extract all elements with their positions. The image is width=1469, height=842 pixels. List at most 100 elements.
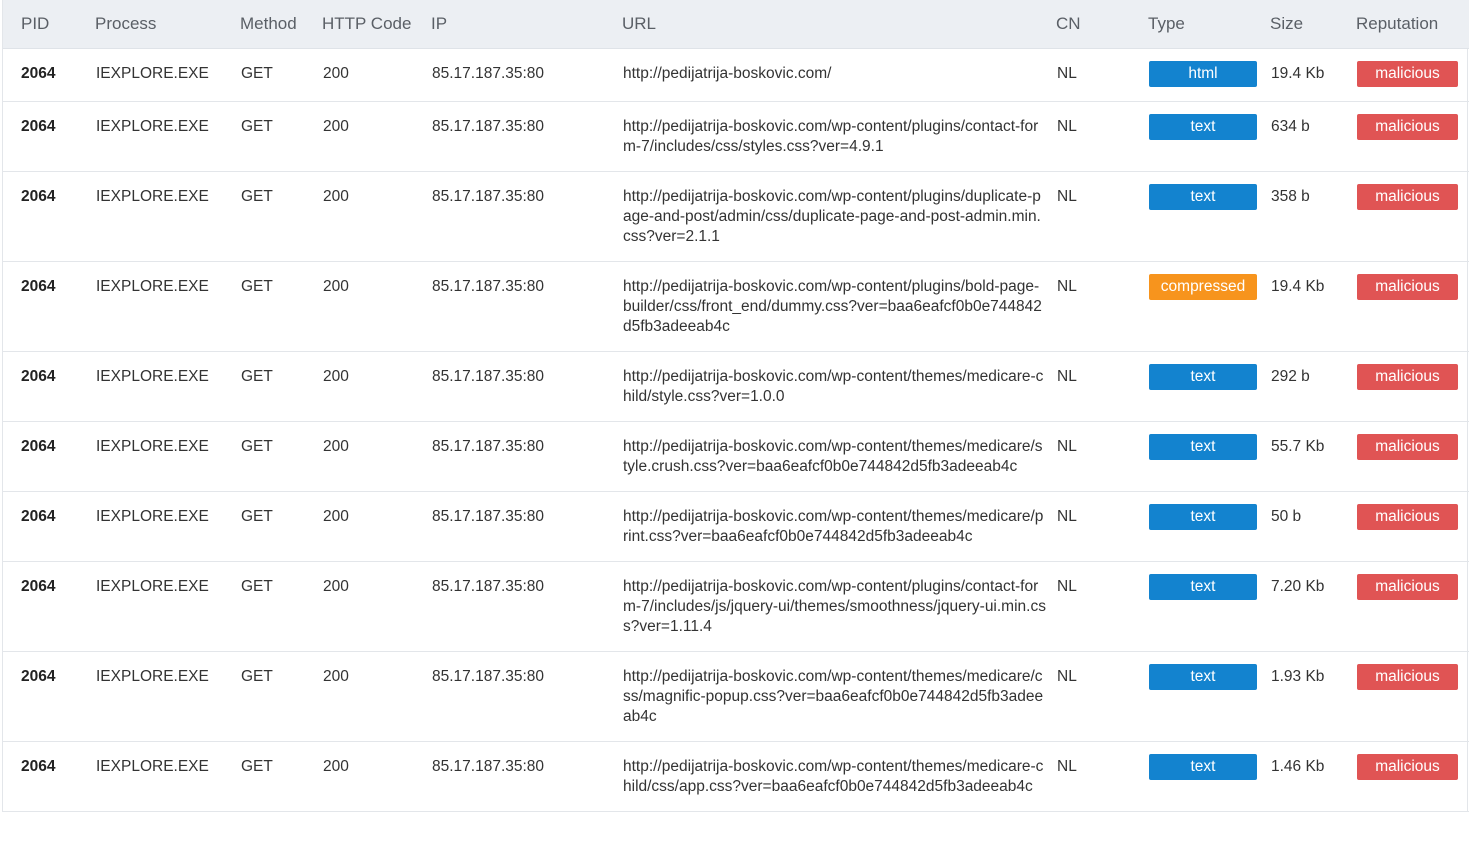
column-header-pid[interactable]: PID [3,0,95,49]
cell-ip: 85.17.187.35:80 [431,491,622,562]
column-header-size[interactable]: Size [1270,0,1356,49]
table-row[interactable]: 2064 IEXPLORE.EXE GET 200 85.17.187.35:8… [3,741,1469,812]
cell-type: compressed [1148,261,1270,352]
cell-type: text [1148,741,1270,812]
cell-process: IEXPLORE.EXE [95,48,240,102]
cell-method: GET [240,171,322,262]
cell-reputation: malicious [1356,651,1469,742]
cell-cn: NL [1056,741,1148,812]
type-badge: text [1149,754,1257,780]
cell-url: http://pedijatrija-boskovic.com/wp-conte… [622,171,1056,262]
reputation-badge: malicious [1357,504,1458,530]
cell-pid: 2064 [3,741,95,812]
table-row[interactable]: 2064 IEXPLORE.EXE GET 200 85.17.187.35:8… [3,651,1469,742]
cell-ip: 85.17.187.35:80 [431,561,622,652]
cell-http-code: 200 [322,48,431,102]
cell-reputation: malicious [1356,421,1469,492]
cell-process: IEXPLORE.EXE [95,421,240,492]
http-requests-table-container: PID Process Method HTTP Code IP URL CN T… [2,0,1469,812]
cell-process: IEXPLORE.EXE [95,651,240,742]
reputation-badge: malicious [1357,114,1458,140]
cell-http-code: 200 [322,101,431,172]
cell-url: http://pedijatrija-boskovic.com/wp-conte… [622,351,1056,422]
cell-process: IEXPLORE.EXE [95,171,240,262]
column-header-reputation[interactable]: Reputation [1356,0,1469,49]
cell-ip: 85.17.187.35:80 [431,48,622,102]
table-row[interactable]: 2064 IEXPLORE.EXE GET 200 85.17.187.35:8… [3,351,1469,422]
cell-process: IEXPLORE.EXE [95,351,240,422]
cell-pid: 2064 [3,261,95,352]
cell-http-code: 200 [322,261,431,352]
cell-pid: 2064 [3,421,95,492]
cell-pid: 2064 [3,351,95,422]
cell-url: http://pedijatrija-boskovic.com/wp-conte… [622,491,1056,562]
column-header-method[interactable]: Method [240,0,322,49]
column-header-type[interactable]: Type [1148,0,1270,49]
cell-cn: NL [1056,351,1148,422]
cell-http-code: 200 [322,741,431,812]
cell-size: 1.93 Kb [1270,651,1356,742]
column-header-process[interactable]: Process [95,0,240,49]
cell-ip: 85.17.187.35:80 [431,421,622,492]
cell-process: IEXPLORE.EXE [95,101,240,172]
cell-url: http://pedijatrija-boskovic.com/wp-conte… [622,101,1056,172]
cell-url: http://pedijatrija-boskovic.com/wp-conte… [622,651,1056,742]
table-header-row: PID Process Method HTTP Code IP URL CN T… [3,0,1469,49]
cell-pid: 2064 [3,491,95,562]
cell-cn: NL [1056,421,1148,492]
table-row[interactable]: 2064 IEXPLORE.EXE GET 200 85.17.187.35:8… [3,561,1469,652]
type-badge: text [1149,434,1257,460]
cell-process: IEXPLORE.EXE [95,491,240,562]
type-badge: text [1149,574,1257,600]
cell-reputation: malicious [1356,561,1469,652]
cell-method: GET [240,101,322,172]
cell-cn: NL [1056,101,1148,172]
column-header-cn[interactable]: CN [1056,0,1148,49]
cell-type: text [1148,651,1270,742]
type-badge: text [1149,664,1257,690]
cell-type: text [1148,351,1270,422]
cell-type: html [1148,48,1270,102]
table-row[interactable]: 2064 IEXPLORE.EXE GET 200 85.17.187.35:8… [3,48,1469,102]
cell-type: text [1148,561,1270,652]
cell-pid: 2064 [3,651,95,742]
cell-http-code: 200 [322,561,431,652]
column-header-ip[interactable]: IP [431,0,622,49]
table-row[interactable]: 2064 IEXPLORE.EXE GET 200 85.17.187.35:8… [3,421,1469,492]
cell-method: GET [240,48,322,102]
cell-size: 19.4 Kb [1270,261,1356,352]
type-badge: text [1149,114,1257,140]
cell-cn: NL [1056,561,1148,652]
reputation-badge: malicious [1357,184,1458,210]
cell-method: GET [240,351,322,422]
cell-method: GET [240,261,322,352]
cell-cn: NL [1056,261,1148,352]
reputation-badge: malicious [1357,274,1458,300]
cell-http-code: 200 [322,421,431,492]
cell-method: GET [240,651,322,742]
table-row[interactable]: 2064 IEXPLORE.EXE GET 200 85.17.187.35:8… [3,261,1469,352]
cell-pid: 2064 [3,561,95,652]
cell-size: 7.20 Kb [1270,561,1356,652]
cell-cn: NL [1056,651,1148,742]
cell-reputation: malicious [1356,491,1469,562]
reputation-badge: malicious [1357,664,1458,690]
cell-method: GET [240,491,322,562]
cell-pid: 2064 [3,48,95,102]
cell-url: http://pedijatrija-boskovic.com/wp-conte… [622,261,1056,352]
cell-http-code: 200 [322,171,431,262]
table-row[interactable]: 2064 IEXPLORE.EXE GET 200 85.17.187.35:8… [3,101,1469,172]
cell-cn: NL [1056,171,1148,262]
cell-reputation: malicious [1356,261,1469,352]
reputation-badge: malicious [1357,754,1458,780]
table-row[interactable]: 2064 IEXPLORE.EXE GET 200 85.17.187.35:8… [3,491,1469,562]
cell-process: IEXPLORE.EXE [95,741,240,812]
cell-size: 634 b [1270,101,1356,172]
cell-pid: 2064 [3,171,95,262]
cell-type: text [1148,421,1270,492]
cell-ip: 85.17.187.35:80 [431,741,622,812]
column-header-url[interactable]: URL [622,0,1056,49]
table-row[interactable]: 2064 IEXPLORE.EXE GET 200 85.17.187.35:8… [3,171,1469,262]
cell-type: text [1148,491,1270,562]
column-header-http-code[interactable]: HTTP Code [322,0,431,49]
